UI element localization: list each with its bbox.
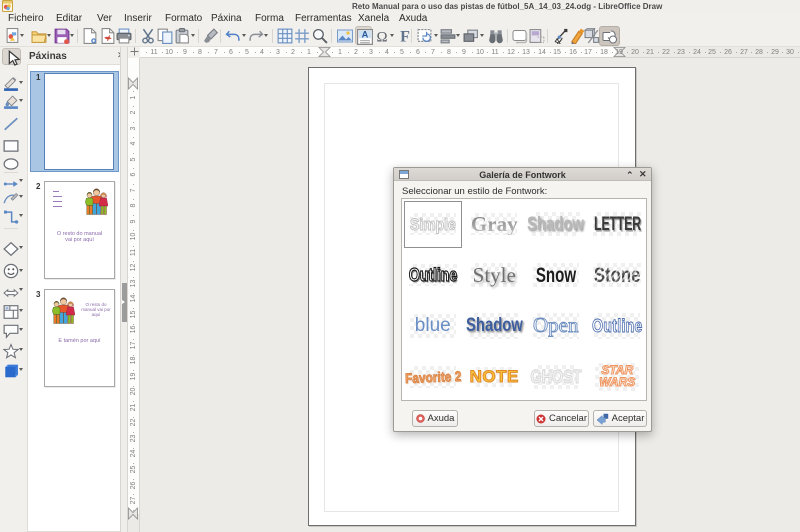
svg-text:Ω: Ω (376, 30, 387, 44)
svg-text:F: F (400, 29, 410, 44)
svg-text:A: A (362, 30, 369, 40)
